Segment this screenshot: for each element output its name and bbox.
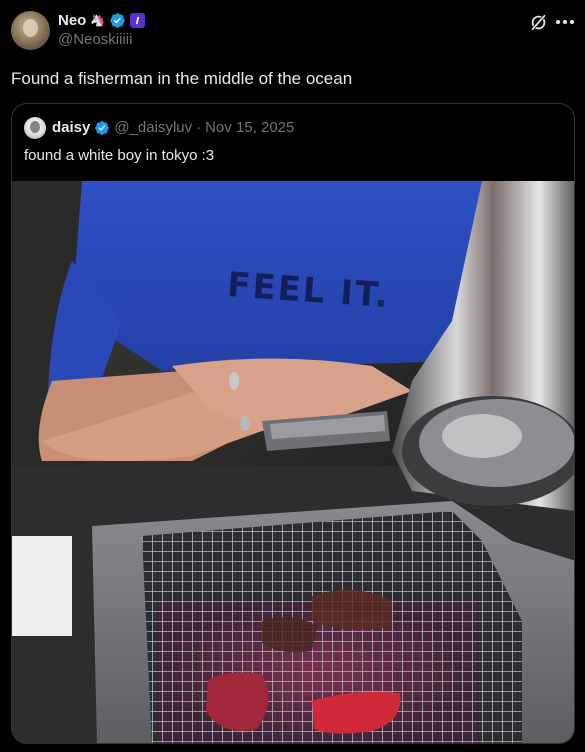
quoted-handle[interactable]: @_daisyluv [114,119,192,136]
quoted-text: found a white boy in tokyo :3 [24,147,215,164]
quoted-tweet[interactable]: daisy @_daisyluv · Nov 15, 2025 found a … [11,103,575,744]
quoted-name-row: daisy @_daisyluv · Nov 15, 2025 [52,119,294,136]
author-display-name[interactable]: Neo [58,12,86,29]
author-handle[interactable]: @Neoskiiiii [58,31,132,48]
tweet-text: Found a fisherman in the middle of the o… [11,69,353,88]
quoted-photo[interactable]: FEEL IT. [12,181,574,743]
quoted-author-avatar[interactable] [24,117,46,139]
name-emoji: 🦄 [90,13,106,27]
grok-icon[interactable] [529,13,548,32]
meta-separator: · [196,119,202,136]
verified-badge-icon[interactable] [109,12,126,29]
author-name-row: Neo 🦄 [58,11,146,29]
more-icon[interactable] [556,20,574,26]
quoted-display-name[interactable]: daisy [52,119,90,136]
quoted-date[interactable]: Nov 15, 2025 [205,119,294,136]
affiliate-badge-icon[interactable] [130,12,146,28]
verified-badge-icon[interactable] [94,120,110,136]
photo-illustration: FEEL IT. [12,181,574,743]
author-avatar[interactable] [11,11,50,50]
